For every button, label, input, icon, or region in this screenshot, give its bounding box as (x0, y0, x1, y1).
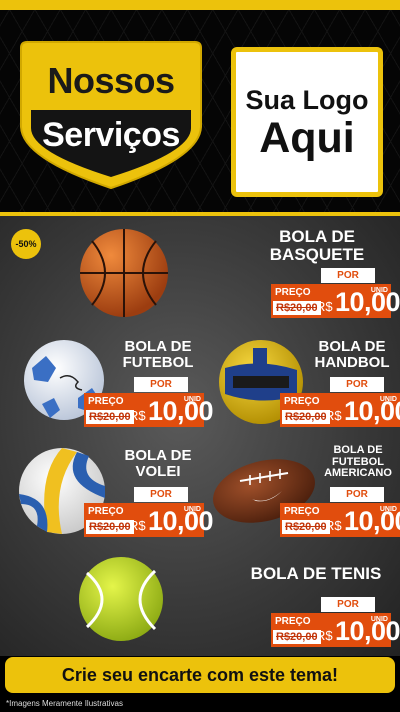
logo-placeholder: Sua Logo Aqui (231, 47, 383, 197)
unit-label: UNID (370, 616, 388, 623)
footer-note: *Imagens Meramente Ilustrativas (6, 699, 123, 708)
price-box: PREÇO R$20,00 R$ 10,00 UNID (84, 503, 214, 537)
product-title-line: BOLA DE (124, 447, 192, 464)
product-title: BOLA DE FUTEBOL AMERICANO (318, 444, 398, 480)
product-title: BOLA DE BASQUETE (262, 228, 372, 264)
preco-label: PREÇO (88, 396, 124, 407)
price-box: PREÇO R$20,00 R$ 10,00 UNID (280, 503, 400, 537)
por-label: POR (321, 597, 375, 612)
logo-line-1: Sua Logo (245, 85, 369, 115)
old-price: R$20,00 (86, 410, 134, 424)
price-value: 10,00 (335, 287, 400, 317)
badge-line-2: Serviços (42, 116, 180, 154)
product-title-line: VOLEI (135, 462, 181, 480)
unit-label: UNID (379, 396, 397, 403)
por-label: POR (330, 487, 384, 502)
product-title: BOLA DE VOLEI (118, 448, 198, 480)
preco-label: PREÇO (284, 396, 320, 407)
product-title: BOLA DE TENIS (244, 565, 388, 583)
price-value: 10,00 (148, 506, 214, 536)
product-title-line: BOLA DE TENIS (250, 564, 382, 583)
product-title-line: BOLA DE (318, 338, 386, 355)
discount-badge: -50% (11, 229, 41, 259)
old-price: R$20,00 (282, 410, 330, 424)
product-title-line: FUTEBOL (122, 353, 194, 371)
product-title-line: BOLA DE (279, 227, 355, 246)
unit-label: UNID (370, 287, 388, 294)
product-title: BOLA DE HANDBOL (312, 339, 392, 371)
price-value: 10,00 (335, 616, 400, 646)
product-title-line: HANDBOL (314, 353, 390, 371)
currency: R$ (325, 518, 342, 533)
tennis-ball-icon (79, 557, 163, 641)
preco-label: PREÇO (275, 287, 311, 298)
por-label: POR (321, 268, 375, 283)
price-box: PREÇO R$20,00 R$ 10,00 UNID (84, 393, 214, 427)
services-badge: Nossos Serviços (17, 40, 205, 190)
old-price: R$20,00 (282, 520, 330, 534)
product-title-line: BOLA DE (333, 444, 383, 456)
price-box: PREÇO R$20,00 R$ 10,00 UNID (271, 284, 400, 318)
unit-label: UNID (183, 506, 201, 513)
price-box: PREÇO R$20,00 R$ 10,00 UNID (280, 393, 400, 427)
currency: R$ (129, 408, 146, 423)
currency: R$ (129, 518, 146, 533)
price-box: PREÇO R$20,00 R$ 10,00 UNID (271, 613, 400, 647)
por-label: POR (134, 487, 188, 502)
old-price: R$20,00 (273, 630, 321, 644)
basketball-icon (80, 229, 168, 317)
product-title-line: BASQUETE (269, 244, 365, 264)
price-value: 10,00 (148, 396, 214, 426)
logo-line-2: Aqui (259, 114, 355, 162)
unit-label: UNID (379, 506, 397, 513)
currency: R$ (316, 628, 333, 643)
unit-label: UNID (183, 396, 201, 403)
currency: R$ (316, 299, 333, 314)
por-label: POR (134, 377, 188, 392)
product-title-line: BOLA DE (124, 338, 192, 355)
preco-label: PREÇO (275, 616, 311, 627)
product-title-line: AMERICANO (324, 467, 392, 480)
old-price: R$20,00 (86, 520, 134, 534)
cta-banner[interactable]: Crie seu encarte com este tema! (5, 657, 395, 693)
preco-label: PREÇO (88, 506, 124, 517)
por-label: POR (330, 377, 384, 392)
preco-label: PREÇO (284, 506, 320, 517)
old-price: R$20,00 (273, 301, 321, 315)
currency: R$ (325, 408, 342, 423)
product-title: BOLA DE FUTEBOL (118, 339, 198, 371)
badge-line-1: Nossos (47, 60, 175, 101)
top-strip (0, 0, 400, 10)
